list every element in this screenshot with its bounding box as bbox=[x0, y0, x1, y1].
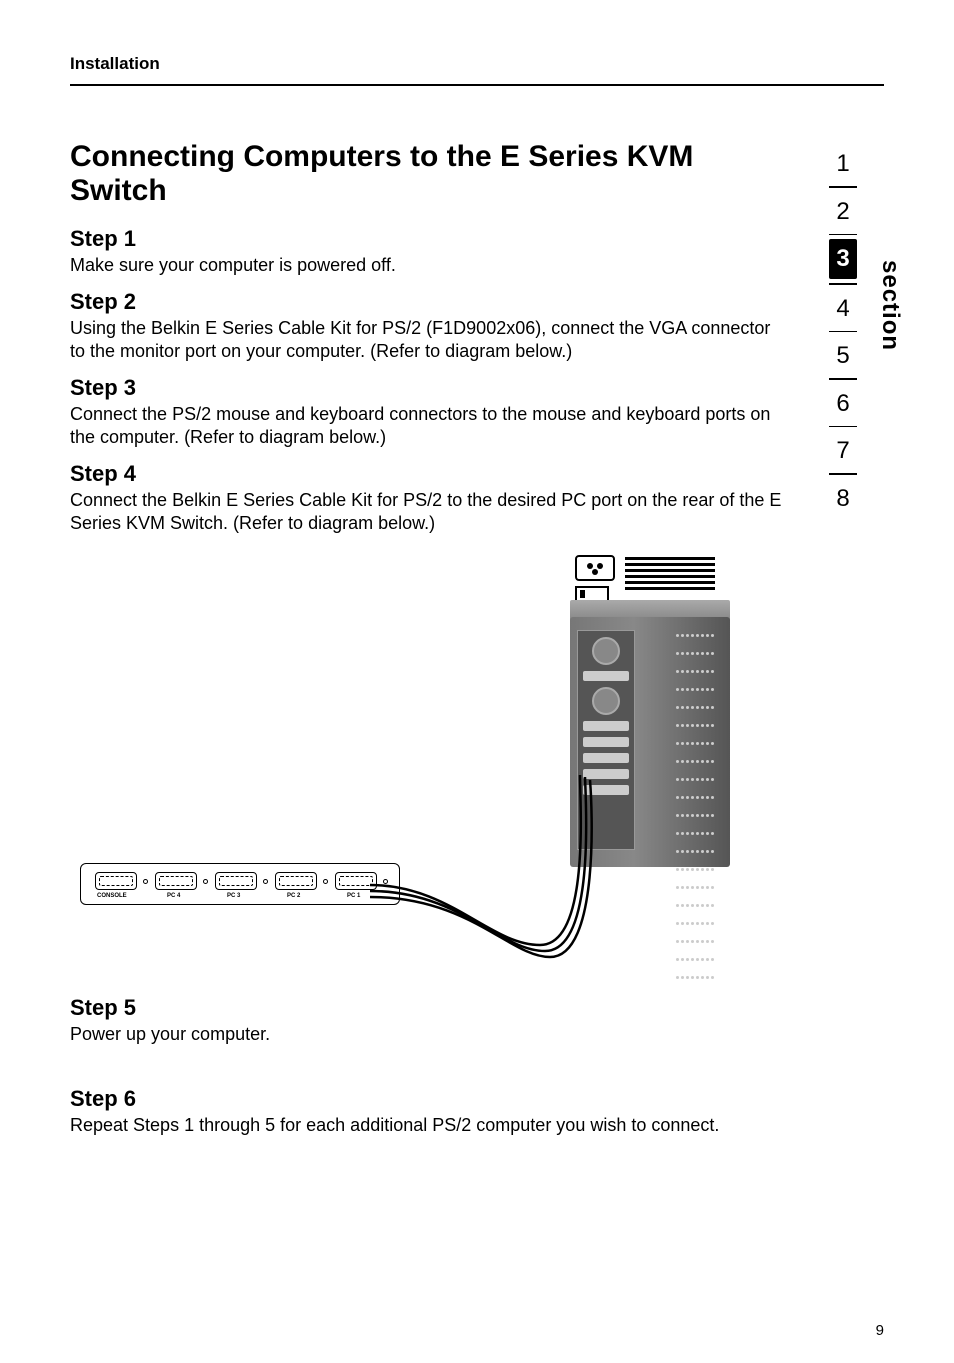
section-nav-1[interactable]: 1 bbox=[829, 140, 857, 186]
step5-body: Power up your computer. bbox=[70, 1023, 790, 1046]
running-header: Installation bbox=[70, 54, 884, 86]
section-nav-4[interactable]: 4 bbox=[829, 285, 857, 331]
connection-diagram: CONSOLE PC 4 PC 3 PC 2 PC 1 bbox=[70, 545, 790, 965]
section-nav-6[interactable]: 6 bbox=[829, 380, 857, 426]
section-nav-5[interactable]: 5 bbox=[829, 332, 857, 378]
section-vertical-label: section bbox=[876, 260, 904, 358]
step4-body: Connect the Belkin E Series Cable Kit fo… bbox=[70, 489, 790, 535]
step2-body: Using the Belkin E Series Cable Kit for … bbox=[70, 317, 790, 363]
section-nav-2[interactable]: 2 bbox=[829, 188, 857, 234]
main-content: Connecting Computers to the E Series KVM… bbox=[70, 140, 790, 1137]
step6-title: Step 6 bbox=[70, 1086, 790, 1112]
section-nav-8[interactable]: 8 bbox=[829, 475, 857, 521]
step6-body: Repeat Steps 1 through 5 for each additi… bbox=[70, 1114, 790, 1137]
section-nav-7[interactable]: 7 bbox=[829, 427, 857, 473]
cable-lines bbox=[70, 545, 790, 965]
step5-title: Step 5 bbox=[70, 995, 790, 1021]
page-title: Connecting Computers to the E Series KVM… bbox=[70, 140, 790, 208]
step4-title: Step 4 bbox=[70, 461, 790, 487]
step3-body: Connect the PS/2 mouse and keyboard conn… bbox=[70, 403, 790, 449]
step1-title: Step 1 bbox=[70, 226, 790, 252]
step1-body: Make sure your computer is powered off. bbox=[70, 254, 790, 277]
step3-title: Step 3 bbox=[70, 375, 790, 401]
page-number: 9 bbox=[876, 1322, 884, 1339]
section-nav-list: 1 2 3 4 5 6 7 8 bbox=[828, 140, 858, 521]
section-nav: 1 2 3 4 5 6 7 8 section bbox=[828, 140, 898, 521]
section-nav-3[interactable]: 3 bbox=[829, 239, 857, 279]
step2-title: Step 2 bbox=[70, 289, 790, 315]
